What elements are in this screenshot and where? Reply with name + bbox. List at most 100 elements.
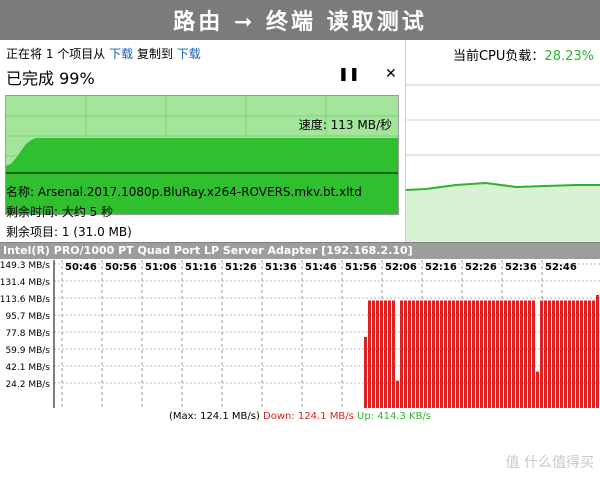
traffic-bar xyxy=(484,300,487,408)
network-monitor: Intel(R) PRO/1000 PT Quad Port LP Server… xyxy=(0,242,600,425)
items-remaining-line: 剩余项目: 1 (31.0 MB) xyxy=(6,225,132,239)
network-graph: 149.3 MB/s 131.4 MB/s 113.6 MB/s 95.7 MB/s 7… xyxy=(0,260,600,408)
traffic-bar xyxy=(480,300,483,408)
y-tick-label: 95.7 MB/s xyxy=(5,312,50,322)
x-tick-label: 52:36 xyxy=(505,262,537,273)
speed-label: 速度: 113 MB/秒 xyxy=(298,118,392,132)
x-tick-label: 52:16 xyxy=(425,262,457,273)
traffic-bar xyxy=(368,300,371,408)
traffic-bar xyxy=(464,300,467,408)
traffic-bar xyxy=(568,300,571,408)
adapter-header: Intel(R) PRO/1000 PT Quad Port LP Server… xyxy=(0,243,600,259)
close-button[interactable]: ✕ xyxy=(385,66,397,82)
traffic-bar xyxy=(388,300,391,408)
from-folder-link[interactable]: 下载 xyxy=(109,47,133,61)
traffic-bar xyxy=(424,300,427,408)
traffic-bar xyxy=(420,300,423,408)
y-tick-label: 59.9 MB/s xyxy=(5,346,50,356)
traffic-bar xyxy=(412,300,415,408)
y-tick-label: 131.4 MB/s xyxy=(0,278,50,288)
x-tick-label: 52:06 xyxy=(385,262,417,273)
traffic-bar xyxy=(428,300,431,408)
traffic-bar xyxy=(564,300,567,408)
traffic-bar xyxy=(384,300,387,408)
traffic-bar xyxy=(532,300,535,408)
traffic-bar xyxy=(556,300,559,408)
traffic-bar xyxy=(512,300,515,408)
traffic-bar xyxy=(444,300,447,408)
traffic-bar xyxy=(540,300,543,408)
x-tick-label: 51:46 xyxy=(305,262,337,273)
traffic-bar xyxy=(588,300,591,408)
traffic-bar xyxy=(572,300,575,408)
progress-percent: 已完成 99% xyxy=(6,69,95,88)
x-tick-label: 50:56 xyxy=(105,262,137,273)
pause-button[interactable]: ❚❚ xyxy=(338,67,360,82)
banner-title: 路由 ➞ 终端 读取测试 xyxy=(173,10,427,35)
traffic-bar xyxy=(592,300,595,408)
traffic-bar xyxy=(376,300,379,408)
traffic-bar xyxy=(552,300,555,408)
traffic-bar xyxy=(440,300,443,408)
copy-prefix-text: 正在将 1 个项目从 xyxy=(6,47,106,61)
y-tick-label: 113.6 MB/s xyxy=(0,295,50,305)
traffic-bar xyxy=(448,300,451,408)
x-tick-label: 51:36 xyxy=(265,262,297,273)
traffic-bar xyxy=(392,300,395,408)
up-rate: Up: 414.3 KB/s xyxy=(357,411,432,422)
traffic-bar xyxy=(416,300,419,408)
traffic-bar xyxy=(544,300,547,408)
time-remaining-line: 剩余时间: 大约 5 秒 xyxy=(6,205,114,219)
network-footer: (Max: 124.1 MB/s) Down: 124.1 MB/s Up: 4… xyxy=(0,408,600,425)
x-tick-label: 51:26 xyxy=(225,262,257,273)
traffic-bar xyxy=(468,300,471,408)
traffic-bar xyxy=(548,300,551,408)
to-folder-link[interactable]: 下载 xyxy=(177,47,201,61)
cpu-graph xyxy=(406,84,600,242)
file-name-line: 名称: Arsenal.2017.1080p.BluRay.x264-ROVER… xyxy=(6,185,362,199)
x-tick-label: 52:26 xyxy=(465,262,497,273)
copy-middle-text: 复制到 xyxy=(136,47,173,61)
traffic-bar xyxy=(432,300,435,408)
x-tick-label: 52:46 xyxy=(545,262,577,273)
traffic-bar xyxy=(560,300,563,408)
traffic-bar xyxy=(528,300,531,408)
max-rate: (Max: 124.1 MB/s) xyxy=(168,411,260,422)
traffic-bar xyxy=(524,300,527,408)
page-banner: 路由 ➞ 终端 读取测试 xyxy=(0,0,600,40)
y-tick-label: 77.8 MB/s xyxy=(5,329,50,339)
traffic-bar xyxy=(536,371,539,408)
traffic-bar xyxy=(504,300,507,408)
traffic-bar xyxy=(516,300,519,408)
traffic-bar xyxy=(492,300,495,408)
copy-progress-dialog: 正在将 1 个项目从 下载 复制到 下载 已完成 99% ❚❚ ✕ 速度: 11… xyxy=(0,40,406,242)
watermark: 值 什么值得买 xyxy=(505,455,594,471)
y-tick-label: 42.1 MB/s xyxy=(5,363,50,373)
traffic-bar xyxy=(596,295,599,408)
down-rate: Down: 124.1 MB/s xyxy=(263,411,354,422)
traffic-bar xyxy=(580,300,583,408)
cpu-area xyxy=(406,183,600,242)
traffic-bar xyxy=(520,300,523,408)
traffic-bar xyxy=(456,300,459,408)
x-tick-label: 51:16 xyxy=(185,262,217,273)
x-tick-label: 51:56 xyxy=(345,262,377,273)
traffic-bar xyxy=(460,300,463,408)
x-tick-label: 51:06 xyxy=(145,262,177,273)
y-tick-label: 149.3 MB/s xyxy=(0,261,50,271)
traffic-bar xyxy=(508,300,511,408)
traffic-bar xyxy=(500,300,503,408)
traffic-bar xyxy=(396,380,399,408)
copy-source-line: 正在将 1 个项目从 下载 复制到 下载 xyxy=(6,45,201,62)
traffic-bar xyxy=(472,300,475,408)
traffic-bar xyxy=(400,300,403,408)
x-tick-label: 50:46 xyxy=(65,262,97,273)
traffic-bar xyxy=(488,300,491,408)
traffic-bar xyxy=(372,300,375,408)
traffic-bar xyxy=(476,300,479,408)
cpu-panel: 当前CPU负载：28.23% xyxy=(406,40,600,242)
traffic-bar xyxy=(364,336,367,408)
traffic-bar xyxy=(408,300,411,408)
traffic-bar xyxy=(576,300,579,408)
traffic-bar xyxy=(404,300,407,408)
